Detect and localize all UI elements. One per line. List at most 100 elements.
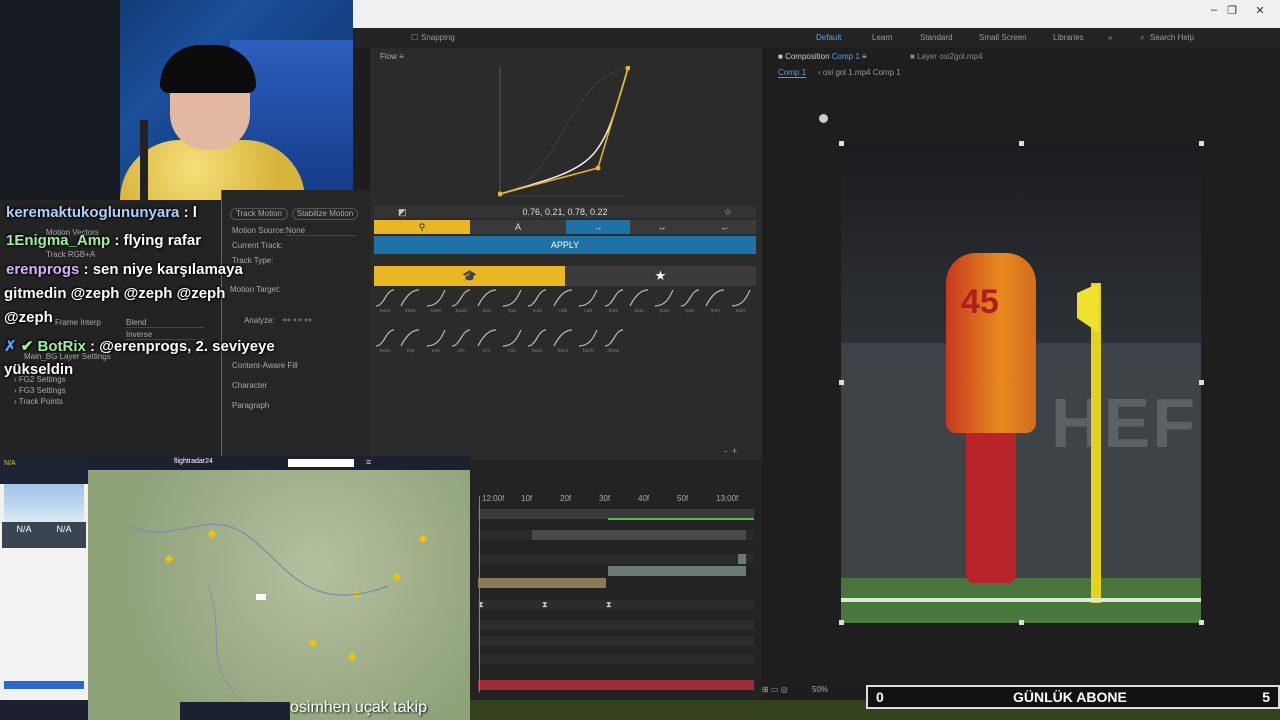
star-icon[interactable]: ★ <box>565 266 756 286</box>
easing-preset[interactable]: quin <box>704 288 726 316</box>
layer-tab[interactable]: ■ Layer osi2gol.mp4 <box>910 52 982 61</box>
easing-preset[interactable]: circ <box>450 328 472 356</box>
zoom-controls[interactable]: - + <box>724 446 737 456</box>
text-mode-icon[interactable]: A <box>470 220 566 234</box>
chat-message: erenprogs : sen niye karşılamaya <box>6 261 243 278</box>
easing-preset[interactable]: circ <box>476 328 498 356</box>
transform-handle[interactable] <box>1019 141 1024 146</box>
map-bottom-toolbar[interactable] <box>180 702 290 720</box>
easing-preset-label: quin <box>735 308 746 314</box>
transform-handle[interactable] <box>839 380 844 385</box>
maximize-icon[interactable]: ❐ <box>1221 4 1243 20</box>
arrow-right-icon[interactable]: → <box>566 220 630 234</box>
easing-preset[interactable]: back <box>552 328 574 356</box>
arrow-left-icon[interactable]: ← <box>694 220 756 234</box>
chat-message: keremaktukoglununyara : l <box>6 204 197 221</box>
menu-icon[interactable]: ≡ <box>366 457 371 467</box>
graduation-cap-icon[interactable]: 🎓 <box>374 266 565 286</box>
easing-preset[interactable]: quar <box>603 288 625 316</box>
bezier-curve-editor[interactable] <box>497 65 631 198</box>
composition-tab[interactable]: ■ Composition Comp 1 ≡ <box>778 52 867 61</box>
easing-preset[interactable]: expo <box>374 328 396 356</box>
transform-handle[interactable] <box>839 141 844 146</box>
transform-handle[interactable] <box>1199 620 1204 625</box>
easing-preset[interactable]: linear <box>603 328 625 356</box>
content-aware-fill-panel[interactable]: Content-Aware Fill <box>232 361 298 370</box>
easing-preset-label: exp <box>406 348 415 354</box>
fg3-settings[interactable]: › FG3 Settings <box>14 386 66 395</box>
transform-handle[interactable] <box>1019 620 1024 625</box>
search-icon[interactable]: ⌕ <box>1140 33 1144 43</box>
apply-button[interactable]: APPLY <box>374 236 756 254</box>
easing-preset[interactable]: ease <box>399 288 421 316</box>
easing-preset[interactable]: ease <box>425 288 447 316</box>
flight-map[interactable] <box>88 466 470 720</box>
paragraph-panel[interactable]: Paragraph <box>232 401 269 410</box>
time-ruler[interactable]: 12:00f 10f 20f 30f 40f 50f 13:00f <box>470 494 762 506</box>
easing-preset[interactable]: cubi <box>526 288 548 316</box>
stabilize-motion-button[interactable]: Stabilize Motion <box>292 208 358 220</box>
track-row[interactable] <box>478 636 754 646</box>
workspace-default[interactable]: Default <box>816 33 841 42</box>
easing-preset[interactable]: quad <box>450 288 472 316</box>
layer-bar[interactable] <box>478 578 606 588</box>
easing-preset[interactable]: ease <box>374 288 396 316</box>
frame-interp-select[interactable]: Blend <box>126 318 204 328</box>
easing-preset[interactable]: quar <box>628 288 650 316</box>
flow-panel: Flow ≡ ◩ 0.76, 0.21, 0.78, 0.22 ☆ ⚲ A → … <box>370 48 762 460</box>
bezier-values[interactable]: 0.76, 0.21, 0.78, 0.22 <box>522 207 607 217</box>
easing-preset[interactable]: quin <box>679 288 701 316</box>
easing-preset[interactable]: qua <box>476 288 498 316</box>
snapping-checkbox[interactable]: ☐ <box>411 33 418 42</box>
key-icon[interactable]: ⚲ <box>374 220 470 234</box>
workspace-libraries[interactable]: Libraries <box>1053 33 1084 42</box>
easing-preset[interactable]: cub <box>577 288 599 316</box>
layer-bar[interactable] <box>532 530 746 540</box>
speed-graph-row[interactable] <box>4 681 84 689</box>
easing-preset[interactable]: quar <box>653 288 675 316</box>
keyframe-row[interactable]: ⧗ ⧗ ⧗ <box>478 600 754 610</box>
track-rgba-item[interactable]: Track RGB+A <box>46 250 95 259</box>
motion-source-select[interactable]: None <box>286 226 356 236</box>
track-row[interactable] <box>478 654 754 664</box>
workspace-standard[interactable]: Standard <box>920 33 952 42</box>
character-panel[interactable]: Character <box>232 381 267 390</box>
easing-preset[interactable]: back <box>577 328 599 356</box>
easing-preset[interactable]: quin <box>730 288 752 316</box>
more-workspaces-icon[interactable]: » <box>1108 33 1112 42</box>
search-help-input[interactable]: Search Help <box>1150 33 1194 42</box>
map-search-input[interactable] <box>288 459 354 467</box>
easing-preset[interactable]: circ <box>501 328 523 356</box>
playhead[interactable] <box>479 496 480 692</box>
transform-handle[interactable] <box>1199 380 1204 385</box>
layer-bar[interactable] <box>608 566 746 576</box>
easing-preset[interactable]: exp <box>425 328 447 356</box>
layer-bar[interactable] <box>478 680 754 690</box>
video-preview[interactable]: HEF 45 <box>841 143 1201 623</box>
easing-preset-label: quin <box>710 308 720 314</box>
easing-preset[interactable]: cubi <box>552 288 574 316</box>
favorite-icon[interactable]: ☆ <box>724 206 732 218</box>
zoom-select[interactable]: 50% <box>812 685 828 694</box>
easing-preset[interactable]: qua <box>501 288 523 316</box>
arrow-both-icon[interactable]: ↔ <box>630 220 694 234</box>
track-row[interactable] <box>478 620 754 630</box>
easing-preset[interactable]: back <box>526 328 548 356</box>
easing-preset-label: ease <box>404 308 416 314</box>
easing-preset[interactable]: exp <box>399 328 421 356</box>
viewer-icons[interactable]: ⊞ ▭ ◎ <box>762 685 788 694</box>
transform-handle[interactable] <box>839 620 844 625</box>
workspace-learn[interactable]: Learn <box>872 33 892 42</box>
breadcrumb-nested[interactable]: ‹ osi gol 1.mp4 Comp 1 <box>818 68 901 77</box>
track-row[interactable] <box>478 554 754 564</box>
sidebar-bottom-nav[interactable] <box>0 700 88 720</box>
layer-bar[interactable] <box>738 554 746 564</box>
track-motion-button[interactable]: Track Motion <box>230 208 288 220</box>
workspace-small-screen[interactable]: Small Screen <box>979 33 1027 42</box>
track-points[interactable]: › Track Points <box>14 397 63 406</box>
copy-icon[interactable]: ◩ <box>398 206 407 218</box>
close-icon[interactable]: ✕ <box>1249 4 1271 20</box>
transform-handle[interactable] <box>1199 141 1204 146</box>
breadcrumb-comp1[interactable]: Comp 1 <box>778 68 807 78</box>
analyze-controls[interactable]: ◂◂ ◂ ▸ ▸▸ <box>282 315 313 324</box>
